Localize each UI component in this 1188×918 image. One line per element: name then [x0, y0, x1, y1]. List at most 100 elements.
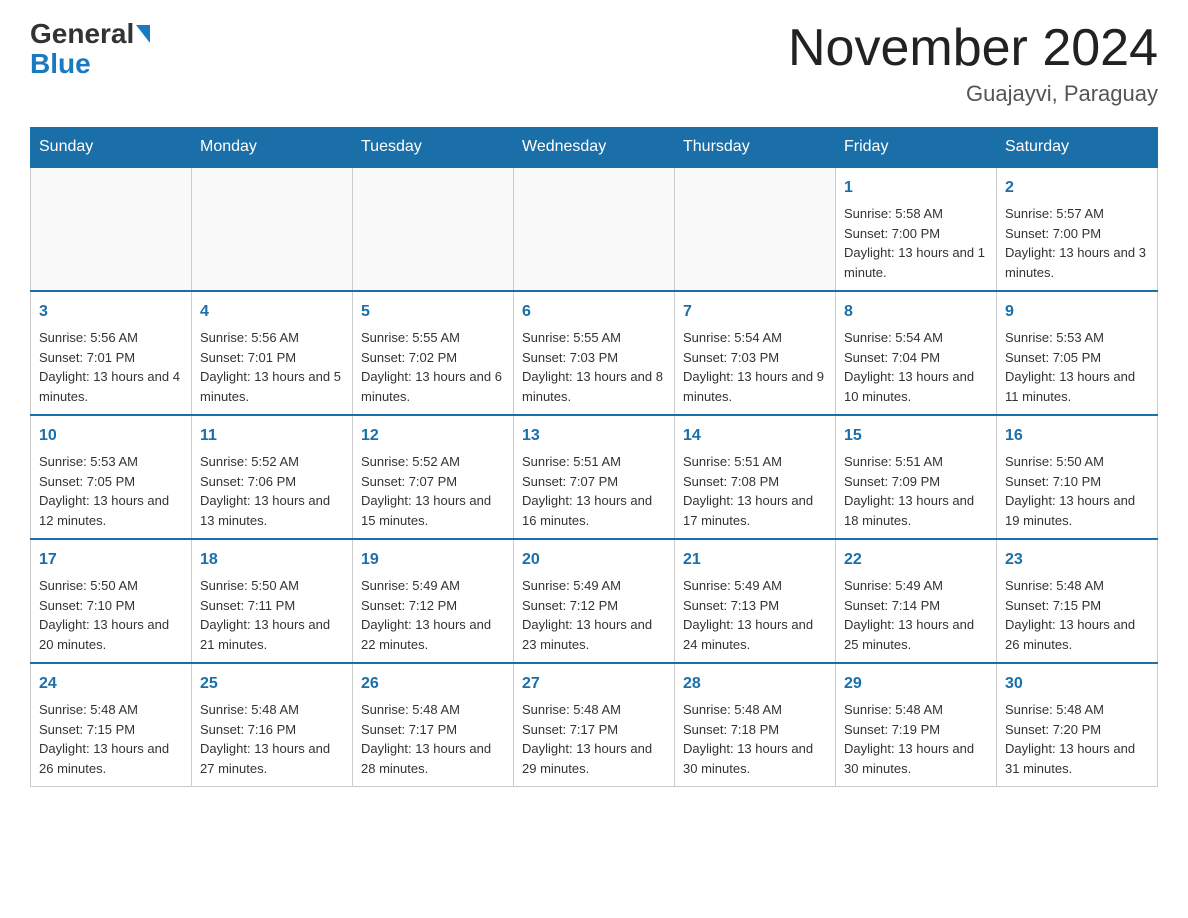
calendar-cell-w5-d6: 29Sunrise: 5:48 AMSunset: 7:19 PMDayligh… [836, 663, 997, 787]
daylight-text: Daylight: 13 hours and 23 minutes. [522, 617, 652, 652]
sunrise-text: Sunrise: 5:52 AM [200, 454, 299, 469]
day-number: 16 [1005, 424, 1149, 448]
daylight-text: Daylight: 13 hours and 27 minutes. [200, 741, 330, 776]
daylight-text: Daylight: 13 hours and 18 minutes. [844, 493, 974, 528]
sunrise-text: Sunrise: 5:50 AM [1005, 454, 1104, 469]
sunset-text: Sunset: 7:15 PM [39, 722, 135, 737]
sunrise-text: Sunrise: 5:55 AM [522, 330, 621, 345]
sunrise-text: Sunrise: 5:54 AM [844, 330, 943, 345]
calendar-cell-w4-d3: 19Sunrise: 5:49 AMSunset: 7:12 PMDayligh… [353, 539, 514, 663]
logo-name-black: General [30, 20, 134, 48]
sunset-text: Sunset: 7:00 PM [844, 226, 940, 241]
calendar-cell-w4-d4: 20 Sunrise: 5:49 AM Sunset: 7:12 PM Dayligh… [514, 539, 675, 663]
title-section: November 2024 Guajayvi, Paraguay [788, 20, 1158, 107]
daylight-text: Daylight: 13 hours and 9 minutes. [683, 369, 824, 404]
calendar-cell-w1-d3 [353, 167, 514, 291]
sunset-text: Sunset: 7:20 PM [1005, 722, 1101, 737]
day-number: 21 [683, 548, 827, 572]
sunrise-text: Sunrise: 5:56 AM [39, 330, 138, 345]
logo: General Blue [30, 20, 150, 80]
daylight-text: Daylight: 13 hours and 11 minutes. [1005, 369, 1135, 404]
day-number: 23 [1005, 548, 1149, 572]
logo-name-blue: Blue [30, 48, 91, 79]
day-number: 28 [683, 672, 827, 696]
daylight-text: Daylight: 13 hours and 6 minutes. [361, 369, 502, 404]
day-number: 17 [39, 548, 183, 572]
week-row-4: 17Sunrise: 5:50 AMSunset: 7:10 PMDayligh… [31, 539, 1158, 663]
daylight-text: Daylight: 13 hours and 1 minute. [844, 245, 985, 280]
calendar-cell-w2-d2: 4Sunrise: 5:56 AMSunset: 7:01 PMDaylight… [192, 291, 353, 415]
sunrise-text: Sunrise: 5:53 AM [1005, 330, 1104, 345]
sunset-text: Sunset: 7:16 PM [200, 722, 296, 737]
week-row-3: 10Sunrise: 5:53 AMSunset: 7:05 PMDayligh… [31, 415, 1158, 539]
sunrise-text: Sunrise: 5:48 AM [683, 702, 782, 717]
day-number: 24 [39, 672, 183, 696]
daylight-text: Daylight: 13 hours and 22 minutes. [361, 617, 491, 652]
day-number: 6 [522, 300, 666, 324]
calendar-cell-w4-d2: 18Sunrise: 5:50 AMSunset: 7:11 PMDayligh… [192, 539, 353, 663]
calendar-cell-w5-d1: 24Sunrise: 5:48 AMSunset: 7:15 PMDayligh… [31, 663, 192, 787]
sunset-text: Sunset: 7:12 PM [361, 598, 457, 613]
sunset-text: Sunset: 7:08 PM [683, 474, 779, 489]
sunrise-text: Sunrise: 5:52 AM [361, 454, 460, 469]
calendar-cell-w4-d7: 23Sunrise: 5:48 AMSunset: 7:15 PMDayligh… [997, 539, 1158, 663]
sunrise-text: Sunrise: 5:51 AM [683, 454, 782, 469]
sunset-text: Sunset: 7:01 PM [200, 350, 296, 365]
sunrise-text: Sunrise: 5:51 AM [522, 454, 621, 469]
header-wednesday: Wednesday [514, 128, 675, 168]
calendar-cell-w2-d3: 5Sunrise: 5:55 AMSunset: 7:02 PMDaylight… [353, 291, 514, 415]
sunrise-text: Sunrise: 5:54 AM [683, 330, 782, 345]
sunset-text: Sunset: 7:17 PM [361, 722, 457, 737]
sunset-text: Sunset: 7:01 PM [39, 350, 135, 365]
day-number: 14 [683, 424, 827, 448]
sunrise-text: Sunrise: 5:48 AM [39, 702, 138, 717]
sunrise-text: Sunrise: 5:48 AM [844, 702, 943, 717]
calendar-cell-w3-d4: 13Sunrise: 5:51 AMSunset: 7:07 PMDayligh… [514, 415, 675, 539]
calendar-cell-w3-d7: 16Sunrise: 5:50 AMSunset: 7:10 PMDayligh… [997, 415, 1158, 539]
daylight-text: Daylight: 13 hours and 26 minutes. [1005, 617, 1135, 652]
daylight-text: Daylight: 13 hours and 16 minutes. [522, 493, 652, 528]
day-number: 20 [522, 548, 666, 572]
daylight-text: Daylight: 13 hours and 28 minutes. [361, 741, 491, 776]
day-number: 5 [361, 300, 505, 324]
daylight-text: Daylight: 13 hours and 24 minutes. [683, 617, 813, 652]
sunrise-text: Sunrise: 5:48 AM [1005, 702, 1104, 717]
sunset-text: Sunset: 7:14 PM [844, 598, 940, 613]
sunrise-text: Sunrise: 5:48 AM [200, 702, 299, 717]
calendar-cell-w1-d7: 2Sunrise: 5:57 AMSunset: 7:00 PMDaylight… [997, 167, 1158, 291]
sunrise-text: Sunrise: 5:49 AM [522, 578, 621, 593]
daylight-text: Daylight: 13 hours and 15 minutes. [361, 493, 491, 528]
week-row-2: 3Sunrise: 5:56 AMSunset: 7:01 PMDaylight… [31, 291, 1158, 415]
calendar-cell-w2-d1: 3Sunrise: 5:56 AMSunset: 7:01 PMDaylight… [31, 291, 192, 415]
sunrise-text: Sunrise: 5:56 AM [200, 330, 299, 345]
calendar-cell-w3-d5: 14Sunrise: 5:51 AMSunset: 7:08 PMDayligh… [675, 415, 836, 539]
calendar-cell-w3-d6: 15Sunrise: 5:51 AMSunset: 7:09 PMDayligh… [836, 415, 997, 539]
calendar-cell-w2-d6: 8Sunrise: 5:54 AMSunset: 7:04 PMDaylight… [836, 291, 997, 415]
daylight-text: Daylight: 13 hours and 12 minutes. [39, 493, 169, 528]
day-number: 11 [200, 424, 344, 448]
calendar-cell-w4-d1: 17Sunrise: 5:50 AMSunset: 7:10 PMDayligh… [31, 539, 192, 663]
calendar-cell-w3-d1: 10Sunrise: 5:53 AMSunset: 7:05 PMDayligh… [31, 415, 192, 539]
sunset-text: Sunset: 7:02 PM [361, 350, 457, 365]
calendar-cell-w5-d7: 30Sunrise: 5:48 AMSunset: 7:20 PMDayligh… [997, 663, 1158, 787]
sunset-text: Sunset: 7:05 PM [39, 474, 135, 489]
day-number: 4 [200, 300, 344, 324]
calendar-table: Sunday Monday Tuesday Wednesday Thursday… [30, 127, 1158, 787]
sunset-text: Sunset: 7:12 PM [522, 598, 618, 613]
week-row-5: 24 Sunrise: 5:48 AM Sunset: 7:15 PM Dayligh… [31, 663, 1158, 787]
week-row-1: 1Sunrise: 5:58 AMSunset: 7:00 PMDaylight… [31, 167, 1158, 291]
calendar-cell-w1-d2 [192, 167, 353, 291]
sunset-text: Sunset: 7:06 PM [200, 474, 296, 489]
sunrise-text: Sunrise: 5:50 AM [200, 578, 299, 593]
header-sunday: Sunday [31, 128, 192, 168]
sunset-text: Sunset: 7:18 PM [683, 722, 779, 737]
calendar-cell-w1-d5 [675, 167, 836, 291]
header-tuesday: Tuesday [353, 128, 514, 168]
daylight-text: Daylight: 13 hours and 30 minutes. [844, 741, 974, 776]
sunset-text: Sunset: 7:04 PM [844, 350, 940, 365]
header-monday: Monday [192, 128, 353, 168]
day-number: 13 [522, 424, 666, 448]
day-number: 27 [522, 672, 666, 696]
sunrise-text: Sunrise: 5:58 AM [844, 206, 943, 221]
day-number: 12 [361, 424, 505, 448]
